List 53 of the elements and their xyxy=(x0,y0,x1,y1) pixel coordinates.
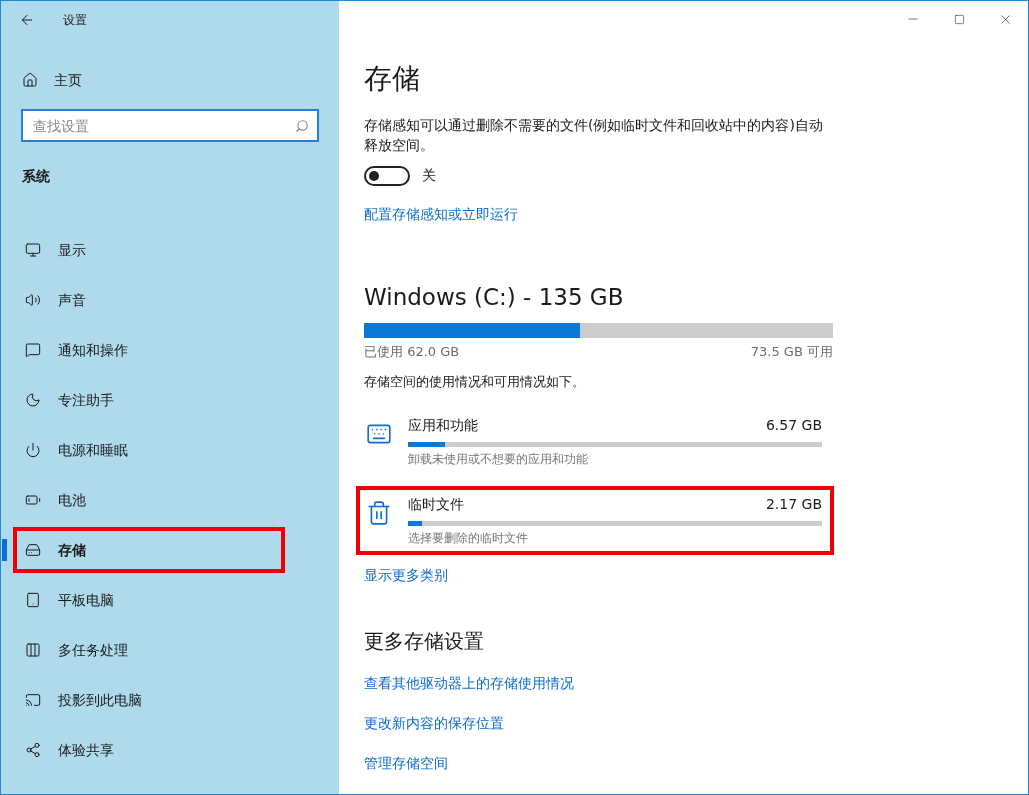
description: 存储感知可以通过删除不需要的文件(例如临时文件和回收站中的内容)自动释放空间。 xyxy=(364,116,824,155)
nav-item[interactable]: 投影到此电脑 xyxy=(13,677,285,723)
nav-item[interactable]: 平板电脑 xyxy=(13,577,285,623)
show-more-link[interactable]: 显示更多类别 xyxy=(364,565,448,586)
trash-icon xyxy=(366,500,392,526)
section-heading: 更多存储设置 xyxy=(364,628,485,655)
search-field[interactable]: 查找设置 xyxy=(21,109,319,142)
settings-link[interactable]: 查看其他驱动器上的存储使用情况 xyxy=(364,672,574,694)
drive-heading: Windows (C:) - 135 GB xyxy=(364,283,625,312)
window-title: 设置 xyxy=(63,12,87,29)
share-icon xyxy=(25,742,41,758)
nav-item[interactable]: 通知和操作 xyxy=(13,327,285,373)
settings-link[interactable]: 管理存储空间 xyxy=(364,752,448,774)
message-icon xyxy=(25,342,41,358)
speaker-icon xyxy=(25,292,41,308)
nav-item[interactable]: 声音 xyxy=(13,277,285,323)
battery-icon xyxy=(25,492,41,508)
used-label: 已使用 62.0 GB xyxy=(364,343,460,361)
maximize-icon xyxy=(953,13,965,25)
nav-item[interactable]: 存储 xyxy=(13,527,285,573)
projector-icon xyxy=(25,692,41,708)
moon-icon xyxy=(25,392,41,408)
tablet-icon xyxy=(25,592,41,608)
settings-link[interactable]: 更改新内容的保存位置 xyxy=(364,712,504,734)
category-item[interactable]: 应用和功能 6.57 GB 卸载未使用或不想要的应用和功能 xyxy=(356,407,834,476)
nav-item[interactable]: 专注助手 xyxy=(13,377,285,423)
home-link[interactable]: 主页 xyxy=(1,65,339,95)
drive-icon xyxy=(25,542,41,558)
nav-item[interactable]: 体验共享 xyxy=(13,727,285,773)
category-size: 6.57 GB xyxy=(765,416,822,435)
category-name: 应用和功能 xyxy=(408,416,478,435)
home-icon xyxy=(22,72,38,88)
category-item[interactable]: 临时文件 2.17 GB 选择要删除的临时文件 xyxy=(356,486,834,555)
toggle-label: 关 xyxy=(422,166,436,185)
category-name: 临时文件 xyxy=(408,495,464,514)
category-hint: 卸载未使用或不想要的应用和功能 xyxy=(408,451,589,468)
nav-item[interactable]: 电池 xyxy=(13,477,285,523)
nav-item[interactable]: 电源和睡眠 xyxy=(13,427,285,473)
power-icon xyxy=(25,442,41,458)
search-icon[interactable] xyxy=(295,119,309,133)
section-heading: 系统 xyxy=(22,167,51,186)
page-title: 存储 xyxy=(364,61,421,97)
free-label: 73.5 GB 可用 xyxy=(750,343,833,361)
category-size: 2.17 GB xyxy=(765,495,822,514)
usage-text: 存储空间的使用情况和可用情况如下。 xyxy=(364,372,586,391)
configure-link[interactable]: 配置存储感知或立即运行 xyxy=(364,204,518,225)
back-icon[interactable] xyxy=(19,12,35,28)
columns-icon xyxy=(25,642,41,658)
toggle-switch[interactable] xyxy=(364,165,410,186)
nav-item[interactable]: 显示 xyxy=(13,227,285,273)
category-hint: 选择要删除的临时文件 xyxy=(408,530,529,547)
monitor-icon xyxy=(25,242,41,258)
nav-item[interactable]: 多任务处理 xyxy=(13,627,285,673)
